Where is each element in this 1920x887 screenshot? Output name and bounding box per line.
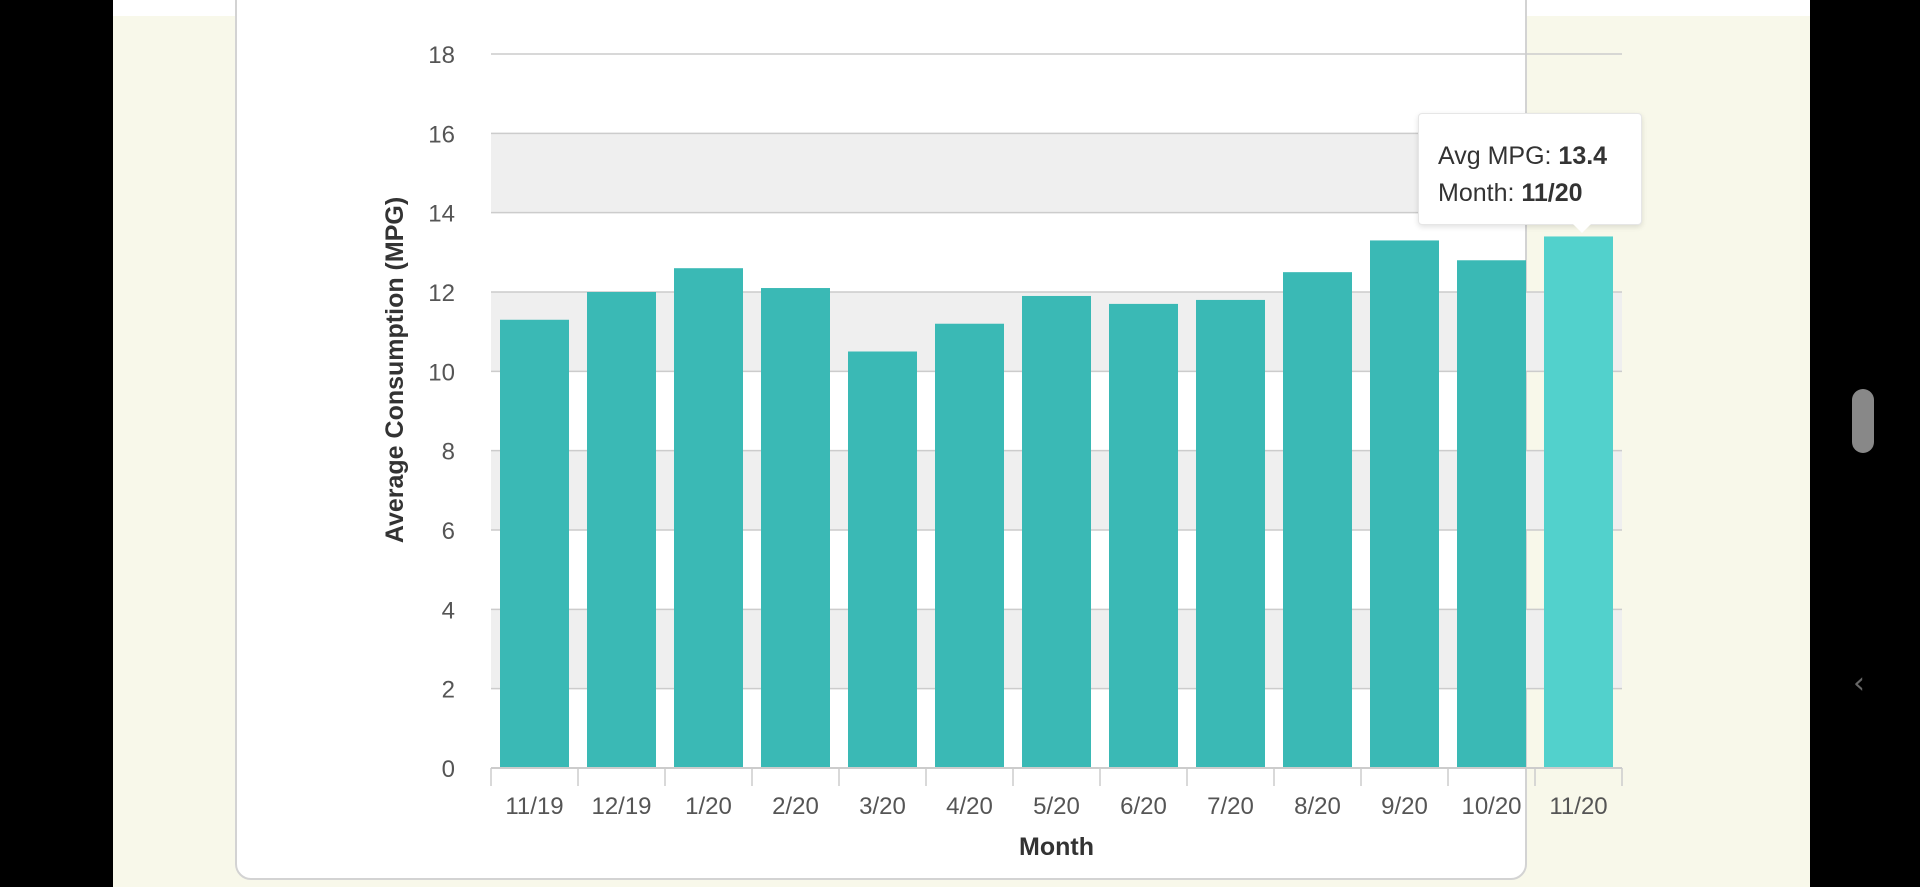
- bar: [1022, 295, 1091, 768]
- tooltip-month-value: 11/20: [1521, 179, 1583, 207]
- bar: [935, 323, 1004, 768]
- y-tick-label: 4: [442, 597, 455, 624]
- tooltip-month-label: Month:: [1438, 179, 1522, 207]
- x-tick-label: 5/20: [1033, 793, 1080, 820]
- y-axis-title: Average Consumption (MPG): [381, 197, 409, 543]
- x-tick-label: 3/20: [859, 793, 906, 820]
- y-tick-label: 6: [442, 518, 455, 545]
- x-tick-label: 12/19: [591, 793, 651, 820]
- bar: [1544, 236, 1613, 768]
- y-tick-label: 12: [428, 280, 455, 307]
- bar-tooltip: Avg MPG: 13.4 Month: 11/20: [1418, 113, 1642, 225]
- x-tick-label: 11/19: [505, 793, 563, 820]
- x-tick-label: 9/20: [1381, 793, 1428, 820]
- y-tick-label: 16: [428, 121, 455, 148]
- x-tick-label: 10/20: [1461, 793, 1521, 820]
- bar: [761, 288, 830, 768]
- x-tick-label: 2/20: [772, 793, 819, 820]
- y-tick-label: 0: [442, 756, 455, 783]
- tooltip-line-mpg: Avg MPG: 13.4: [1438, 138, 1641, 175]
- bar: [1109, 303, 1178, 768]
- bar: [587, 292, 656, 768]
- bar: [848, 351, 917, 768]
- tooltip-line-month: Month: 11/20: [1438, 175, 1641, 212]
- y-tick-label: 2: [442, 677, 455, 704]
- y-tick-label: 14: [428, 201, 455, 228]
- tooltip-mpg-value: 13.4: [1558, 142, 1608, 170]
- bar: [1370, 240, 1439, 768]
- tooltip-pointer: [1572, 223, 1592, 233]
- bar: [500, 319, 569, 768]
- x-tick-label: 1/20: [685, 793, 732, 820]
- bar: [1457, 260, 1526, 768]
- x-axis-title: Month: [1019, 833, 1094, 861]
- x-tick-label: 11/20: [1549, 793, 1607, 820]
- x-tick-label: 4/20: [946, 793, 993, 820]
- x-tick-label: 6/20: [1120, 793, 1167, 820]
- y-tick-label: 10: [428, 359, 455, 386]
- y-tick-label: 8: [442, 439, 455, 466]
- x-tick-label: 7/20: [1207, 793, 1254, 820]
- bar: [1283, 272, 1352, 768]
- bar: [674, 268, 743, 768]
- x-tick-label: 8/20: [1294, 793, 1341, 820]
- y-tick-label: 18: [428, 42, 455, 69]
- bar: [1196, 299, 1265, 768]
- tooltip-mpg-label: Avg MPG:: [1438, 142, 1559, 170]
